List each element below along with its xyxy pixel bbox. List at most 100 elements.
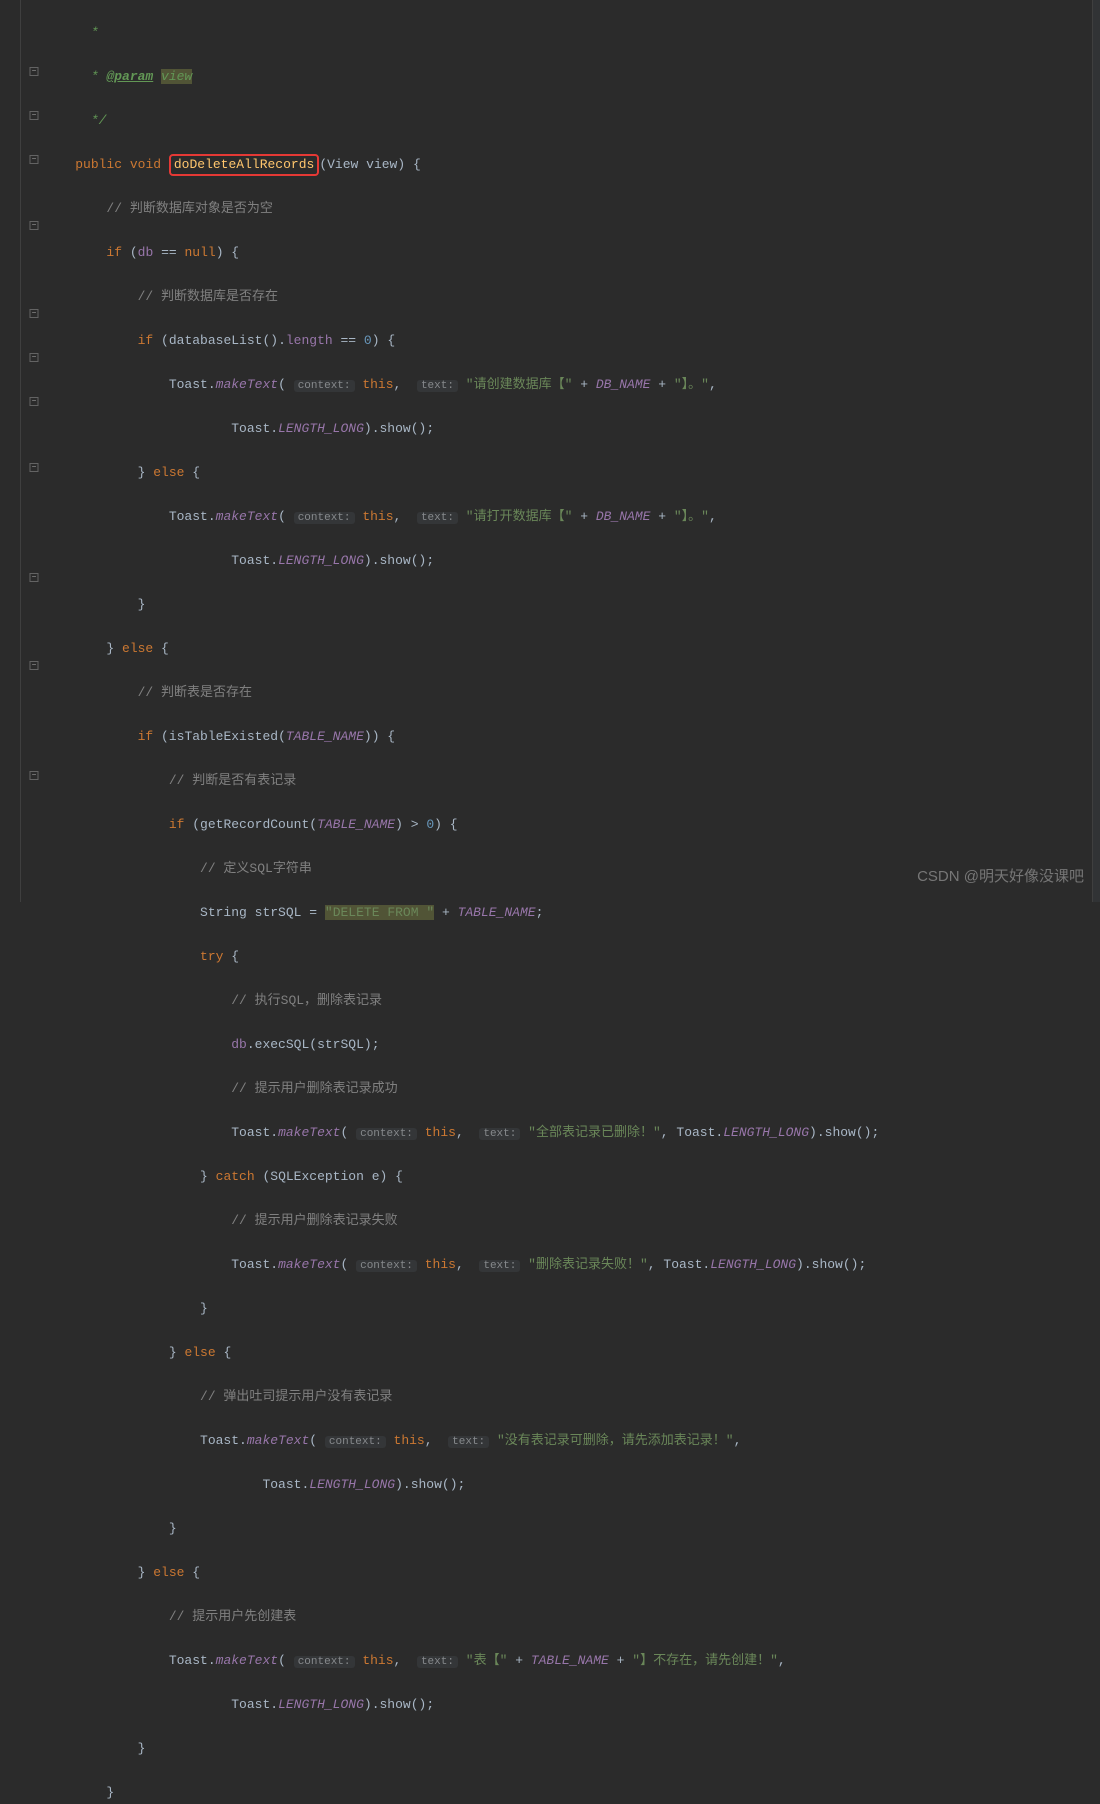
class-ref: Toast: [169, 509, 208, 524]
string-literal: "请创建数据库【": [466, 377, 573, 392]
string-literal: "】。": [674, 509, 709, 524]
param-hint: context:: [294, 1656, 355, 1668]
operator: +: [580, 377, 588, 392]
comment: // 判断数据库是否存在: [138, 289, 278, 304]
param-hint: text:: [479, 1128, 520, 1140]
param-hint: text:: [479, 1260, 520, 1272]
var: strSQL: [317, 1037, 364, 1052]
constant: TABLE_NAME: [317, 817, 395, 832]
class-ref: Toast: [231, 1257, 270, 1272]
string-literal: "请打开数据库【": [466, 509, 573, 524]
fold-marker-icon[interactable]: −: [30, 221, 39, 230]
operator: >: [411, 817, 419, 832]
keyword-this: this: [362, 509, 393, 524]
keyword-this: this: [394, 1433, 425, 1448]
method-call: makeText: [216, 377, 278, 392]
param-hint: context:: [294, 512, 355, 524]
param-hint: context:: [356, 1128, 417, 1140]
method-call: show: [812, 1257, 843, 1272]
method-call: execSQL: [255, 1037, 310, 1052]
var-e: e: [372, 1169, 380, 1184]
call: isTableExisted: [169, 729, 278, 744]
call: getRecordCount: [200, 817, 309, 832]
method-call: makeText: [278, 1125, 340, 1140]
keyword-this: this: [362, 1653, 393, 1668]
code-area[interactable]: * * @param view */ public void doDeleteA…: [40, 0, 1092, 902]
operator: ==: [161, 245, 177, 260]
class-ref: Toast: [169, 1653, 208, 1668]
comment: // 提示用户删除表记录成功: [231, 1081, 397, 1096]
type-sqlexception: SQLException: [270, 1169, 364, 1184]
constant: TABLE_NAME: [531, 1653, 609, 1668]
method-call: makeText: [278, 1257, 340, 1272]
keyword-void: void: [130, 157, 161, 172]
keyword-if: if: [169, 817, 185, 832]
fold-marker-icon[interactable]: −: [30, 67, 39, 76]
keyword-try: try: [200, 949, 223, 964]
javadoc-line: *: [83, 69, 106, 84]
param-hint: context:: [294, 380, 355, 392]
operator: +: [515, 1653, 523, 1668]
fold-marker-icon[interactable]: −: [30, 771, 39, 780]
method-name: doDeleteAllRecords: [174, 157, 314, 172]
param-hint: text:: [417, 380, 458, 392]
keyword-catch: catch: [216, 1169, 255, 1184]
keyword-else: else: [153, 1565, 184, 1580]
string-literal: "表【": [466, 1653, 508, 1668]
keyword-this: this: [425, 1257, 456, 1272]
operator: +: [442, 905, 450, 920]
keyword-if: if: [106, 245, 122, 260]
constant: LENGTH_LONG: [278, 1697, 364, 1712]
method-call: show: [825, 1125, 856, 1140]
code-editor: − − − − − − − − − − − * * @param view */…: [0, 0, 1100, 902]
operator: +: [658, 377, 666, 392]
comment: // 判断表是否存在: [138, 685, 252, 700]
string-literal: "】不存在，请先创建！": [632, 1653, 778, 1668]
comment: // 判断数据库对象是否为空: [106, 201, 272, 216]
constant: DB_NAME: [596, 509, 651, 524]
string-literal: "】。": [674, 377, 709, 392]
fold-marker-icon[interactable]: −: [30, 463, 39, 472]
param-hint: text:: [448, 1436, 489, 1448]
fold-marker-icon[interactable]: −: [30, 353, 39, 362]
fold-marker-icon[interactable]: −: [30, 309, 39, 318]
class-ref: Toast: [676, 1125, 715, 1140]
keyword-if: if: [138, 333, 154, 348]
class-ref: Toast: [231, 421, 270, 436]
comment: // 判断是否有表记录: [169, 773, 296, 788]
number-literal: 0: [426, 817, 434, 832]
method-call: makeText: [216, 509, 278, 524]
fold-marker-icon[interactable]: −: [30, 573, 39, 582]
keyword-this: this: [362, 377, 393, 392]
operator: ==: [341, 333, 357, 348]
param-type: View: [327, 157, 358, 172]
keyword-else: else: [153, 465, 184, 480]
constant: LENGTH_LONG: [723, 1125, 809, 1140]
fold-marker-icon[interactable]: −: [30, 661, 39, 670]
string-literal: "全部表记录已删除！": [528, 1125, 661, 1140]
method-call: show: [411, 1477, 442, 1492]
method-call: makeText: [216, 1653, 278, 1668]
fold-marker-icon[interactable]: −: [30, 155, 39, 164]
class-ref: Toast: [663, 1257, 702, 1272]
string-literal: "删除表记录失败！": [528, 1257, 648, 1272]
comment: // 弹出吐司提示用户没有表记录: [200, 1389, 392, 1404]
class-ref: Toast: [231, 1697, 270, 1712]
string-literal: "DELETE FROM ": [325, 905, 434, 920]
javadoc-param-tag: @param: [106, 69, 153, 84]
highlight-box: doDeleteAllRecords: [169, 154, 319, 176]
overview-ruler[interactable]: [1092, 0, 1100, 902]
fold-marker-icon[interactable]: −: [30, 397, 39, 406]
constant: LENGTH_LONG: [278, 421, 364, 436]
param-hint: context:: [325, 1436, 386, 1448]
field-db: db: [231, 1037, 247, 1052]
call: databaseList: [169, 333, 263, 348]
fold-marker-icon[interactable]: −: [30, 111, 39, 120]
method-call: makeText: [247, 1433, 309, 1448]
field-db: db: [138, 245, 154, 260]
param-hint: text:: [417, 512, 458, 524]
constant: LENGTH_LONG: [309, 1477, 395, 1492]
operator: +: [580, 509, 588, 524]
keyword-this: this: [425, 1125, 456, 1140]
comment: // 提示用户先创建表: [169, 1609, 296, 1624]
